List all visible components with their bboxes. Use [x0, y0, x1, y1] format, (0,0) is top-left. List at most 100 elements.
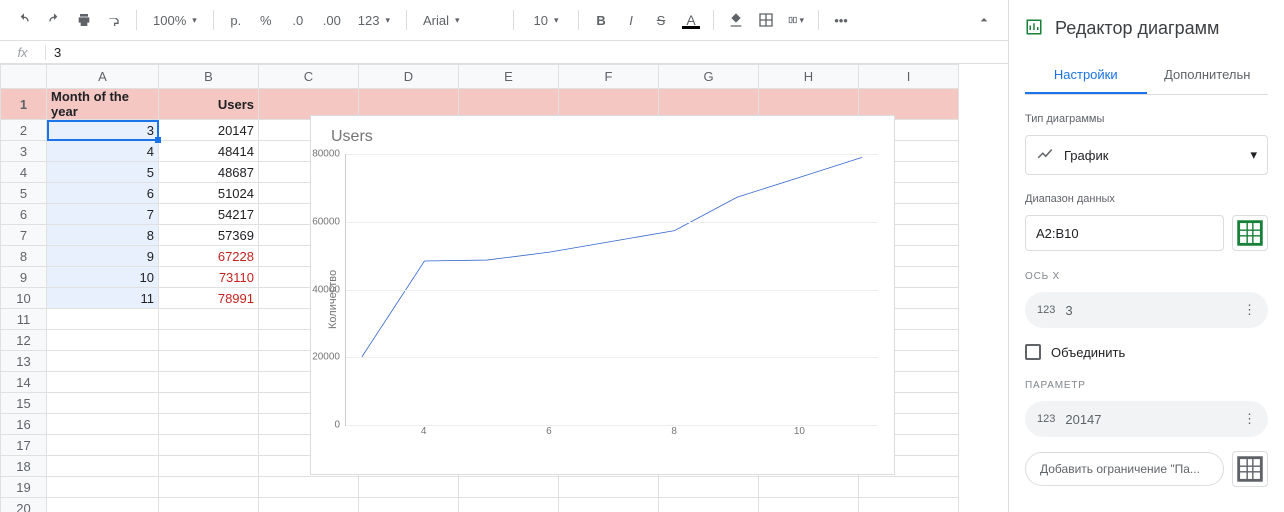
cell[interactable] [47, 435, 159, 456]
merge-cells-button[interactable] [782, 6, 810, 34]
cell[interactable] [47, 351, 159, 372]
cell[interactable] [159, 393, 259, 414]
chart-type-dropdown[interactable]: График ▾ [1025, 135, 1268, 175]
table-row[interactable]: 20 [1, 498, 959, 512]
cell[interactable] [159, 372, 259, 393]
cell[interactable]: 7 [47, 204, 159, 225]
formula-bar[interactable]: fx 3 [0, 40, 1008, 64]
cell[interactable] [47, 309, 159, 330]
row-header[interactable]: 8 [1, 246, 47, 267]
row-header[interactable]: 4 [1, 162, 47, 183]
more-toolbar-button[interactable]: ••• [827, 6, 855, 34]
cell[interactable] [759, 498, 859, 512]
cell[interactable]: 54217 [159, 204, 259, 225]
italic-button[interactable]: I [617, 6, 645, 34]
row-header[interactable]: 9 [1, 267, 47, 288]
row-header[interactable]: 14 [1, 372, 47, 393]
row-header[interactable]: 12 [1, 330, 47, 351]
row-header[interactable]: 16 [1, 414, 47, 435]
add-constraint-button[interactable]: Добавить ограничение "Па... [1025, 452, 1224, 486]
cell[interactable]: 9 [47, 246, 159, 267]
cell[interactable] [159, 351, 259, 372]
cell[interactable] [47, 372, 159, 393]
tab-settings[interactable]: Настройки [1025, 57, 1147, 94]
row-header[interactable]: 20 [1, 498, 47, 512]
add-constraint-grid-button[interactable] [1232, 451, 1268, 487]
cell[interactable] [259, 477, 359, 498]
col-header-C[interactable]: C [259, 65, 359, 89]
cell[interactable] [559, 498, 659, 512]
col-header-E[interactable]: E [459, 65, 559, 89]
cell[interactable] [459, 498, 559, 512]
print-button[interactable] [70, 6, 98, 34]
cell[interactable] [359, 477, 459, 498]
cell[interactable]: 78991 [159, 288, 259, 309]
undo-button[interactable] [10, 6, 38, 34]
cell[interactable] [259, 498, 359, 512]
redo-button[interactable] [40, 6, 68, 34]
x-axis-chip[interactable]: 123 3 ⋮ [1025, 292, 1268, 328]
cell[interactable]: 20147 [159, 120, 259, 141]
row-header[interactable]: 3 [1, 141, 47, 162]
cell[interactable] [159, 456, 259, 477]
row-header[interactable]: 18 [1, 456, 47, 477]
cell[interactable] [859, 477, 959, 498]
cell[interactable] [359, 498, 459, 512]
cell[interactable] [47, 393, 159, 414]
row-header[interactable]: 5 [1, 183, 47, 204]
select-all-corner[interactable] [1, 65, 47, 89]
cell[interactable]: Users [159, 89, 259, 120]
cell[interactable]: 67228 [159, 246, 259, 267]
cell[interactable]: 11 [47, 288, 159, 309]
cell[interactable] [159, 414, 259, 435]
row-header[interactable]: 13 [1, 351, 47, 372]
cell[interactable]: 10 [47, 267, 159, 288]
col-header-A[interactable]: A [47, 65, 159, 89]
cell[interactable] [47, 456, 159, 477]
combine-checkbox[interactable] [1025, 344, 1041, 360]
number-format-dropdown[interactable]: 123 [350, 6, 398, 34]
cell[interactable]: 48414 [159, 141, 259, 162]
cell[interactable] [159, 435, 259, 456]
font-size-dropdown[interactable]: 10 [522, 6, 570, 34]
data-range-input[interactable]: A2:B10 [1025, 215, 1224, 251]
row-header[interactable]: 1 [1, 89, 47, 120]
cell[interactable]: 6 [47, 183, 159, 204]
font-family-dropdown[interactable]: Arial [415, 6, 505, 34]
tab-customize[interactable]: Дополнительн [1147, 57, 1269, 94]
row-header[interactable]: 15 [1, 393, 47, 414]
increase-decimal-button[interactable]: .00 [316, 6, 348, 34]
param-more-icon[interactable]: ⋮ [1243, 411, 1256, 427]
cell[interactable]: 73110 [159, 267, 259, 288]
cell[interactable] [159, 498, 259, 512]
bold-button[interactable]: B [587, 6, 615, 34]
cell[interactable]: 4 [47, 141, 159, 162]
format-currency-button[interactable]: р. [222, 6, 250, 34]
param-chip[interactable]: 123 20147 ⋮ [1025, 401, 1268, 437]
cell[interactable] [759, 477, 859, 498]
col-header-G[interactable]: G [659, 65, 759, 89]
row-header[interactable]: 6 [1, 204, 47, 225]
col-header-I[interactable]: I [859, 65, 959, 89]
cell[interactable] [159, 330, 259, 351]
col-header-D[interactable]: D [359, 65, 459, 89]
row-header[interactable]: 7 [1, 225, 47, 246]
cell[interactable] [47, 498, 159, 512]
col-header-B[interactable]: B [159, 65, 259, 89]
select-range-button[interactable] [1232, 215, 1268, 251]
cell[interactable] [47, 330, 159, 351]
row-header[interactable]: 19 [1, 477, 47, 498]
cell[interactable] [459, 477, 559, 498]
cell[interactable]: Month of the year [47, 89, 159, 120]
col-header-F[interactable]: F [559, 65, 659, 89]
strikethrough-button[interactable]: S [647, 6, 675, 34]
cell[interactable] [159, 477, 259, 498]
cell[interactable] [47, 414, 159, 435]
zoom-dropdown[interactable]: 100% [145, 6, 205, 34]
cell[interactable] [159, 309, 259, 330]
row-header[interactable]: 11 [1, 309, 47, 330]
cell[interactable]: 57369 [159, 225, 259, 246]
col-header-H[interactable]: H [759, 65, 859, 89]
fill-color-button[interactable] [722, 6, 750, 34]
embedded-chart[interactable]: Users Количество 020000400006000080000 4… [310, 115, 895, 475]
